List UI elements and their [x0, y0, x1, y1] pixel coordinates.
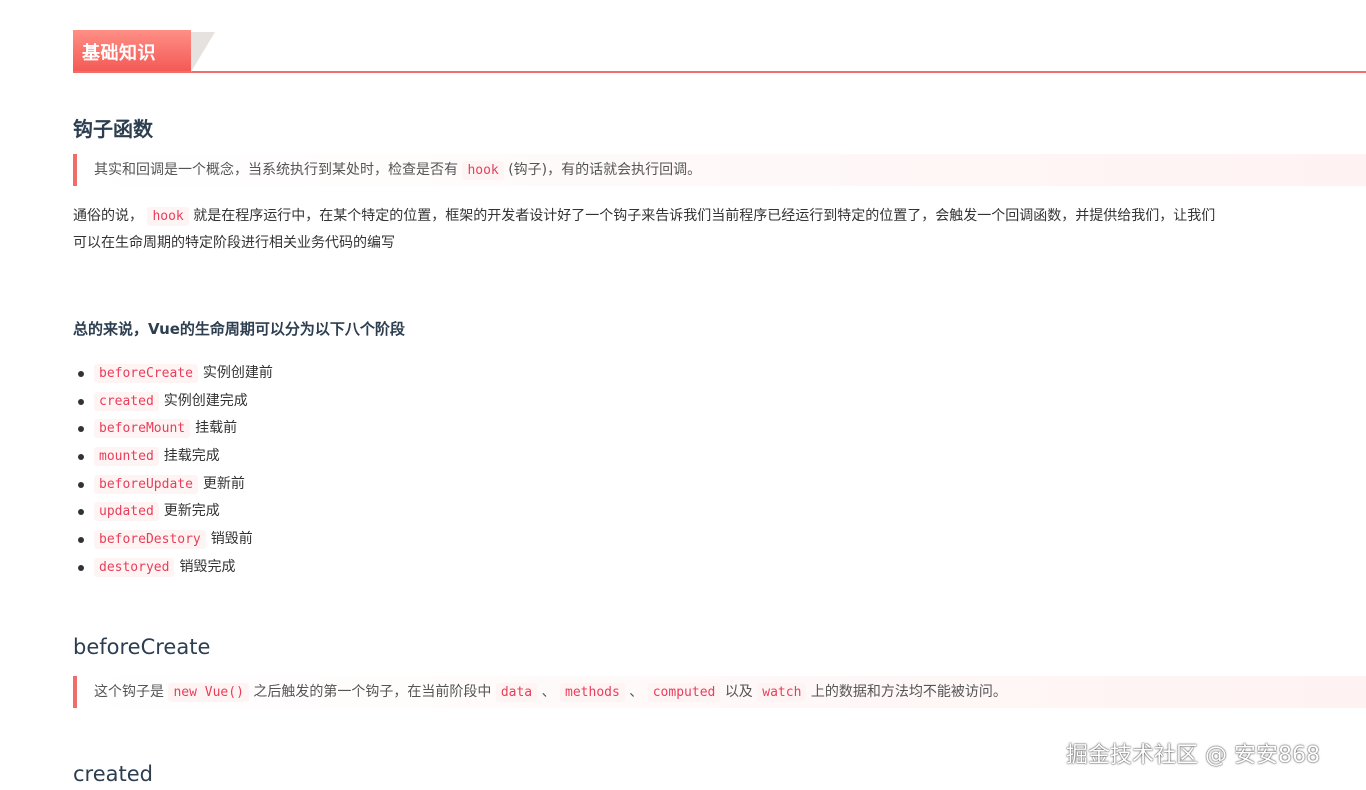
- hook-blockquote: 其实和回调是一个概念，当系统执行到某处时，检查是否有 hook (钩子)，有的话…: [73, 154, 1366, 186]
- quote-text: (钩子)，有的话就会执行回调。: [508, 162, 702, 178]
- quote-text: 、: [629, 684, 644, 700]
- heading-beforecreate: beforeCreate: [73, 635, 211, 659]
- list-item: destoryed 销毁完成: [73, 554, 273, 582]
- section-title: 基础知识: [73, 30, 191, 71]
- hook-paragraph: 通俗的说， hook 就是在程序运行中，在某个特定的位置，框架的开发者设计好了一…: [73, 203, 1366, 257]
- inline-code: created: [94, 391, 159, 411]
- list-item: updated 更新完成: [73, 498, 273, 526]
- bullet-icon: [78, 537, 84, 544]
- bullet-icon: [78, 564, 84, 571]
- inline-code: data: [495, 683, 538, 702]
- quote-text: 这个钩子是: [94, 684, 164, 700]
- list-item-desc: 实例创建前: [202, 365, 273, 381]
- quote-text: 其实和回调是一个概念，当系统执行到某处时，检查是否有: [94, 162, 458, 178]
- inline-code: hook: [462, 161, 504, 180]
- inline-code: mounted: [94, 447, 159, 467]
- list-item-desc: 实例创建完成: [163, 392, 248, 409]
- list-item-desc: 销毁完成: [179, 558, 236, 575]
- paragraph-text: 可以在生命周期的特定阶段进行相关业务代码的编写: [73, 235, 395, 251]
- inline-code: beforeCreate: [94, 364, 198, 383]
- watermark: 掘金技术社区 @ 安安868: [1066, 743, 1320, 768]
- inline-code: destoryed: [94, 557, 175, 577]
- list-item: beforeMount 挂载前: [73, 415, 273, 443]
- inline-code: beforeMount: [94, 419, 191, 439]
- quote-text: 之后触发的第一个钩子，在当前阶段中: [253, 684, 492, 700]
- list-item: beforeUpdate 更新前: [73, 471, 273, 499]
- section-divider: [73, 71, 1366, 73]
- list-item-desc: 更新前: [202, 475, 245, 492]
- bullet-icon: [78, 509, 84, 516]
- list-item: beforeDestory 销毁前: [73, 526, 273, 554]
- inline-code: beforeUpdate: [94, 474, 198, 494]
- inline-code: computed: [647, 683, 721, 702]
- inline-code: beforeDestory: [94, 530, 206, 550]
- inline-code: methods: [560, 683, 625, 702]
- list-item: mounted 挂载完成: [73, 443, 273, 471]
- quote-text: 以及: [724, 684, 753, 700]
- list-item-desc: 挂载前: [195, 420, 238, 437]
- list-item-desc: 挂载完成: [163, 448, 220, 465]
- quote-text: 、: [541, 684, 556, 700]
- paragraph-text: 通俗的说，: [73, 208, 143, 224]
- list-item-desc: 销毁前: [210, 531, 253, 548]
- list-item-desc: 更新完成: [163, 503, 220, 520]
- bullet-icon: [78, 426, 84, 433]
- paragraph-text: 就是在程序运行中，在某个特定的位置，框架的开发者设计好了一个钩子来告诉我们当前程…: [193, 208, 1216, 224]
- summary-title: 总的来说，Vue的生命周期可以分为以下八个阶段: [73, 320, 405, 338]
- list-item: created 实例创建完成: [73, 388, 273, 416]
- bullet-icon: [78, 398, 84, 405]
- bullet-icon: [78, 481, 84, 488]
- lifecycle-list: beforeCreate 实例创建前 created 实例创建完成 beforeMo…: [73, 360, 273, 582]
- list-item: beforeCreate 实例创建前: [73, 360, 273, 388]
- inline-code: new Vue(): [168, 683, 249, 702]
- quote-text: 上的数据和方法均不能被访问。: [810, 684, 1007, 700]
- beforecreate-blockquote: 这个钩子是 new Vue() 之后触发的第一个钩子，在当前阶段中 data 、…: [73, 676, 1366, 708]
- heading-created: created: [73, 762, 153, 786]
- section-banner: 基础知识: [73, 28, 1366, 73]
- inline-code: updated: [94, 502, 159, 522]
- bullet-icon: [78, 371, 84, 377]
- inline-code: hook: [147, 207, 189, 226]
- inline-code: watch: [757, 683, 807, 702]
- banner-fold: [191, 32, 215, 72]
- heading-hook-functions: 钩子函数: [73, 117, 153, 141]
- bullet-icon: [78, 454, 84, 461]
